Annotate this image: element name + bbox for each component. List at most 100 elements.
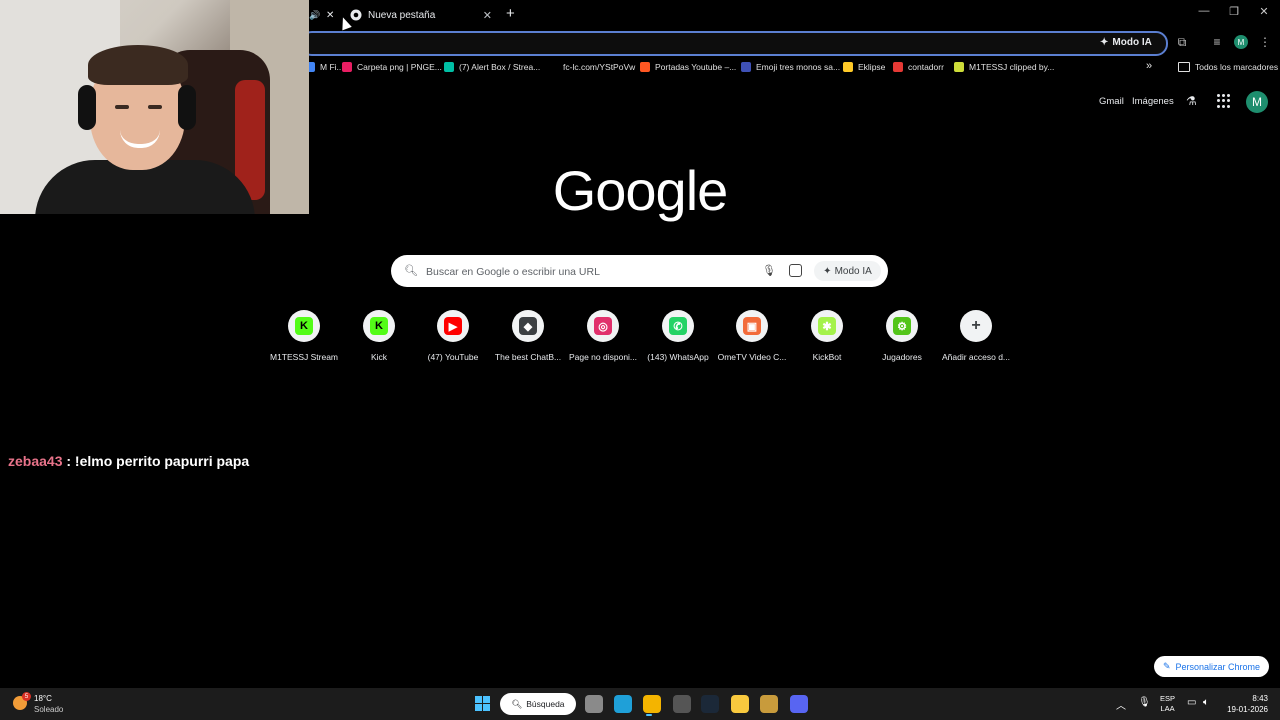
labs-flask-icon[interactable]: ⚗	[1186, 94, 1197, 108]
bookmark-item[interactable]: fc-lc.com/YStPoVw	[548, 58, 635, 76]
shortcut-label: Añadir acceso d...	[941, 352, 1011, 362]
shortcut-label: OmeTV Video C...	[717, 352, 787, 362]
language-indicator[interactable]: ESP LAA	[1160, 694, 1175, 714]
chevron-up-icon[interactable]: ︿	[1116, 697, 1126, 712]
taskbar-app-app-swirl-icon[interactable]	[673, 695, 691, 713]
close-tab-button[interactable]: ✕	[326, 4, 334, 26]
account-avatar[interactable]: M	[1246, 91, 1268, 113]
shortcut-tile[interactable]: + Añadir acceso d...	[938, 310, 1014, 362]
taskbar-app-chrome-icon[interactable]	[643, 695, 661, 713]
folder-icon	[1178, 62, 1190, 72]
microphone-tray-icon[interactable]: 🎙︎	[1138, 697, 1151, 708]
taskbar-app-league-icon[interactable]	[760, 695, 778, 713]
address-bar[interactable]	[300, 31, 1168, 56]
taskbar-app-edge-icon[interactable]	[614, 695, 632, 713]
bookmarks-overflow-button[interactable]: »	[1146, 60, 1152, 72]
shortcut-tile[interactable]: K Kick	[341, 310, 417, 362]
taskbar-app-file-explorer-icon[interactable]	[731, 695, 749, 713]
bookmark-item[interactable]: Carpeta png | PNGE...	[342, 58, 442, 76]
shortcut-icon-circle: ◎	[587, 310, 619, 342]
personalizar-chrome-button[interactable]: ✎ Personalizar Chrome	[1154, 656, 1269, 677]
lens-icon[interactable]	[789, 264, 802, 277]
shortcut-tile[interactable]: ⚙ Jugadores	[864, 310, 940, 362]
minimize-button[interactable]: —	[1189, 5, 1219, 17]
menu-icon[interactable]: ⋮	[1257, 34, 1273, 50]
whatsapp-icon: ✆	[669, 317, 687, 335]
personalizar-label: Personalizar Chrome	[1175, 661, 1261, 672]
media-control-icon[interactable]: ≡	[1209, 34, 1225, 50]
omnibox-modo-ia-button[interactable]: ✦ Modo IA	[1100, 34, 1152, 50]
new-tab-button[interactable]: +	[506, 5, 515, 22]
keyboard-layout: LAA	[1160, 704, 1175, 713]
chat-message: zebaa43 : !elmo perrito papurri papa	[8, 453, 249, 469]
shortcut-label: Page no disponi...	[568, 352, 638, 362]
shortcut-tile[interactable]: ▣ OmeTV Video C...	[714, 310, 790, 362]
tab-nueva-pestana[interactable]: Nueva pestaña ✕	[340, 4, 500, 26]
shortcut-label: KickBot	[812, 352, 842, 362]
shortcut-tile[interactable]: K M1TESSJ Stream	[266, 310, 342, 362]
omnibox-modo-ia-label: Modo IA	[1112, 36, 1152, 48]
taskbar-search-button[interactable]: 🔍︎ Búsqueda	[500, 693, 576, 715]
shortcut-tile[interactable]: ✱ KickBot	[789, 310, 865, 362]
clock[interactable]: 8:43 19-01-2026	[1226, 693, 1268, 715]
bookmark-favicon-icon	[954, 62, 964, 72]
shortcut-tile[interactable]: ◎ Page no disponi...	[565, 310, 641, 362]
taskbar-app-file-explorer-gray-icon[interactable]	[585, 695, 603, 713]
plus-icon: +	[971, 317, 981, 334]
webcam-eye-left	[115, 105, 129, 109]
weather-temperature: 18°C	[34, 694, 52, 703]
bookmark-item[interactable]: Eklipse	[843, 58, 885, 76]
youtube-icon: ▶	[444, 317, 462, 335]
google-logo: Google	[552, 159, 729, 222]
profile-button[interactable]: M	[1233, 34, 1249, 50]
bookmark-item[interactable]: M Fi...	[305, 58, 344, 76]
bookmark-item[interactable]: Portadas Youtube –...	[640, 58, 736, 76]
extensions-icon[interactable]: ⧉	[1174, 34, 1190, 50]
shortcut-label: (143) WhatsApp	[647, 352, 709, 362]
bookmark-item[interactable]: M1TESSJ clipped by...	[954, 58, 1054, 76]
bookmark-label: Eklipse	[858, 62, 886, 72]
imagenes-link[interactable]: Imágenes	[1132, 96, 1174, 107]
close-tab-button[interactable]: ✕	[483, 9, 492, 22]
gear-icon: ⚙	[893, 317, 911, 335]
window-close-button[interactable]: ✕	[1249, 5, 1279, 18]
google-apps-icon[interactable]	[1217, 94, 1231, 108]
windows-start-icon[interactable]	[475, 696, 490, 711]
restore-button[interactable]: ❐	[1219, 5, 1249, 18]
taskbar-app-steam-icon[interactable]	[701, 695, 719, 713]
bookmark-item[interactable]: contadorr	[893, 58, 944, 76]
shortcut-icon-circle: K	[288, 310, 320, 342]
shortcut-tile[interactable]: ✆ (143) WhatsApp	[640, 310, 716, 362]
weather-badge: 5	[22, 692, 31, 701]
all-bookmarks-button[interactable]: Todos los marcadores	[1178, 58, 1278, 76]
bookmark-favicon-icon	[843, 62, 853, 72]
search-modo-ia-button[interactable]: ✦ Modo IA	[814, 261, 881, 281]
volume-icon[interactable]: 🔈︎	[1203, 697, 1209, 708]
clock-date: 19-01-2026	[1227, 705, 1268, 714]
chat-username: zebaa43	[8, 453, 63, 469]
taskbar-app-discord-icon[interactable]	[790, 695, 808, 713]
shortcut-tile[interactable]: ▶ (47) YouTube	[415, 310, 491, 362]
shortcut-label: (47) YouTube	[427, 352, 479, 362]
bookmark-label: Portadas Youtube –...	[655, 62, 737, 72]
taskbar	[0, 688, 1280, 720]
bookmark-favicon-icon	[548, 62, 558, 72]
webcam-hair	[88, 45, 188, 85]
network-icon[interactable]: ▭	[1187, 697, 1196, 708]
bookmark-label: (7) Alert Box / Strea...	[459, 62, 541, 72]
shortcut-icon-circle: K	[363, 310, 395, 342]
kickbot-icon: ✱	[818, 317, 836, 335]
tab-title: Nueva pestaña	[368, 9, 436, 21]
bookmark-item[interactable]: (7) Alert Box / Strea...	[444, 58, 540, 76]
webcam-headset-right	[178, 85, 196, 130]
bookmark-favicon-icon	[342, 62, 352, 72]
search-input[interactable]	[424, 260, 748, 284]
gmail-link[interactable]: Gmail	[1099, 96, 1124, 107]
bookmark-label: M Fi...	[320, 62, 344, 72]
shortcut-tile[interactable]: ◆ The best ChatB...	[490, 310, 566, 362]
language-code: ESP	[1160, 694, 1176, 703]
bookmark-label: Carpeta png | PNGE...	[357, 62, 442, 72]
bookmark-item[interactable]: Emoji tres monos sa...	[741, 58, 840, 76]
profile-avatar: M	[1234, 35, 1248, 49]
microphone-icon[interactable]: 🎙︎	[762, 264, 776, 277]
